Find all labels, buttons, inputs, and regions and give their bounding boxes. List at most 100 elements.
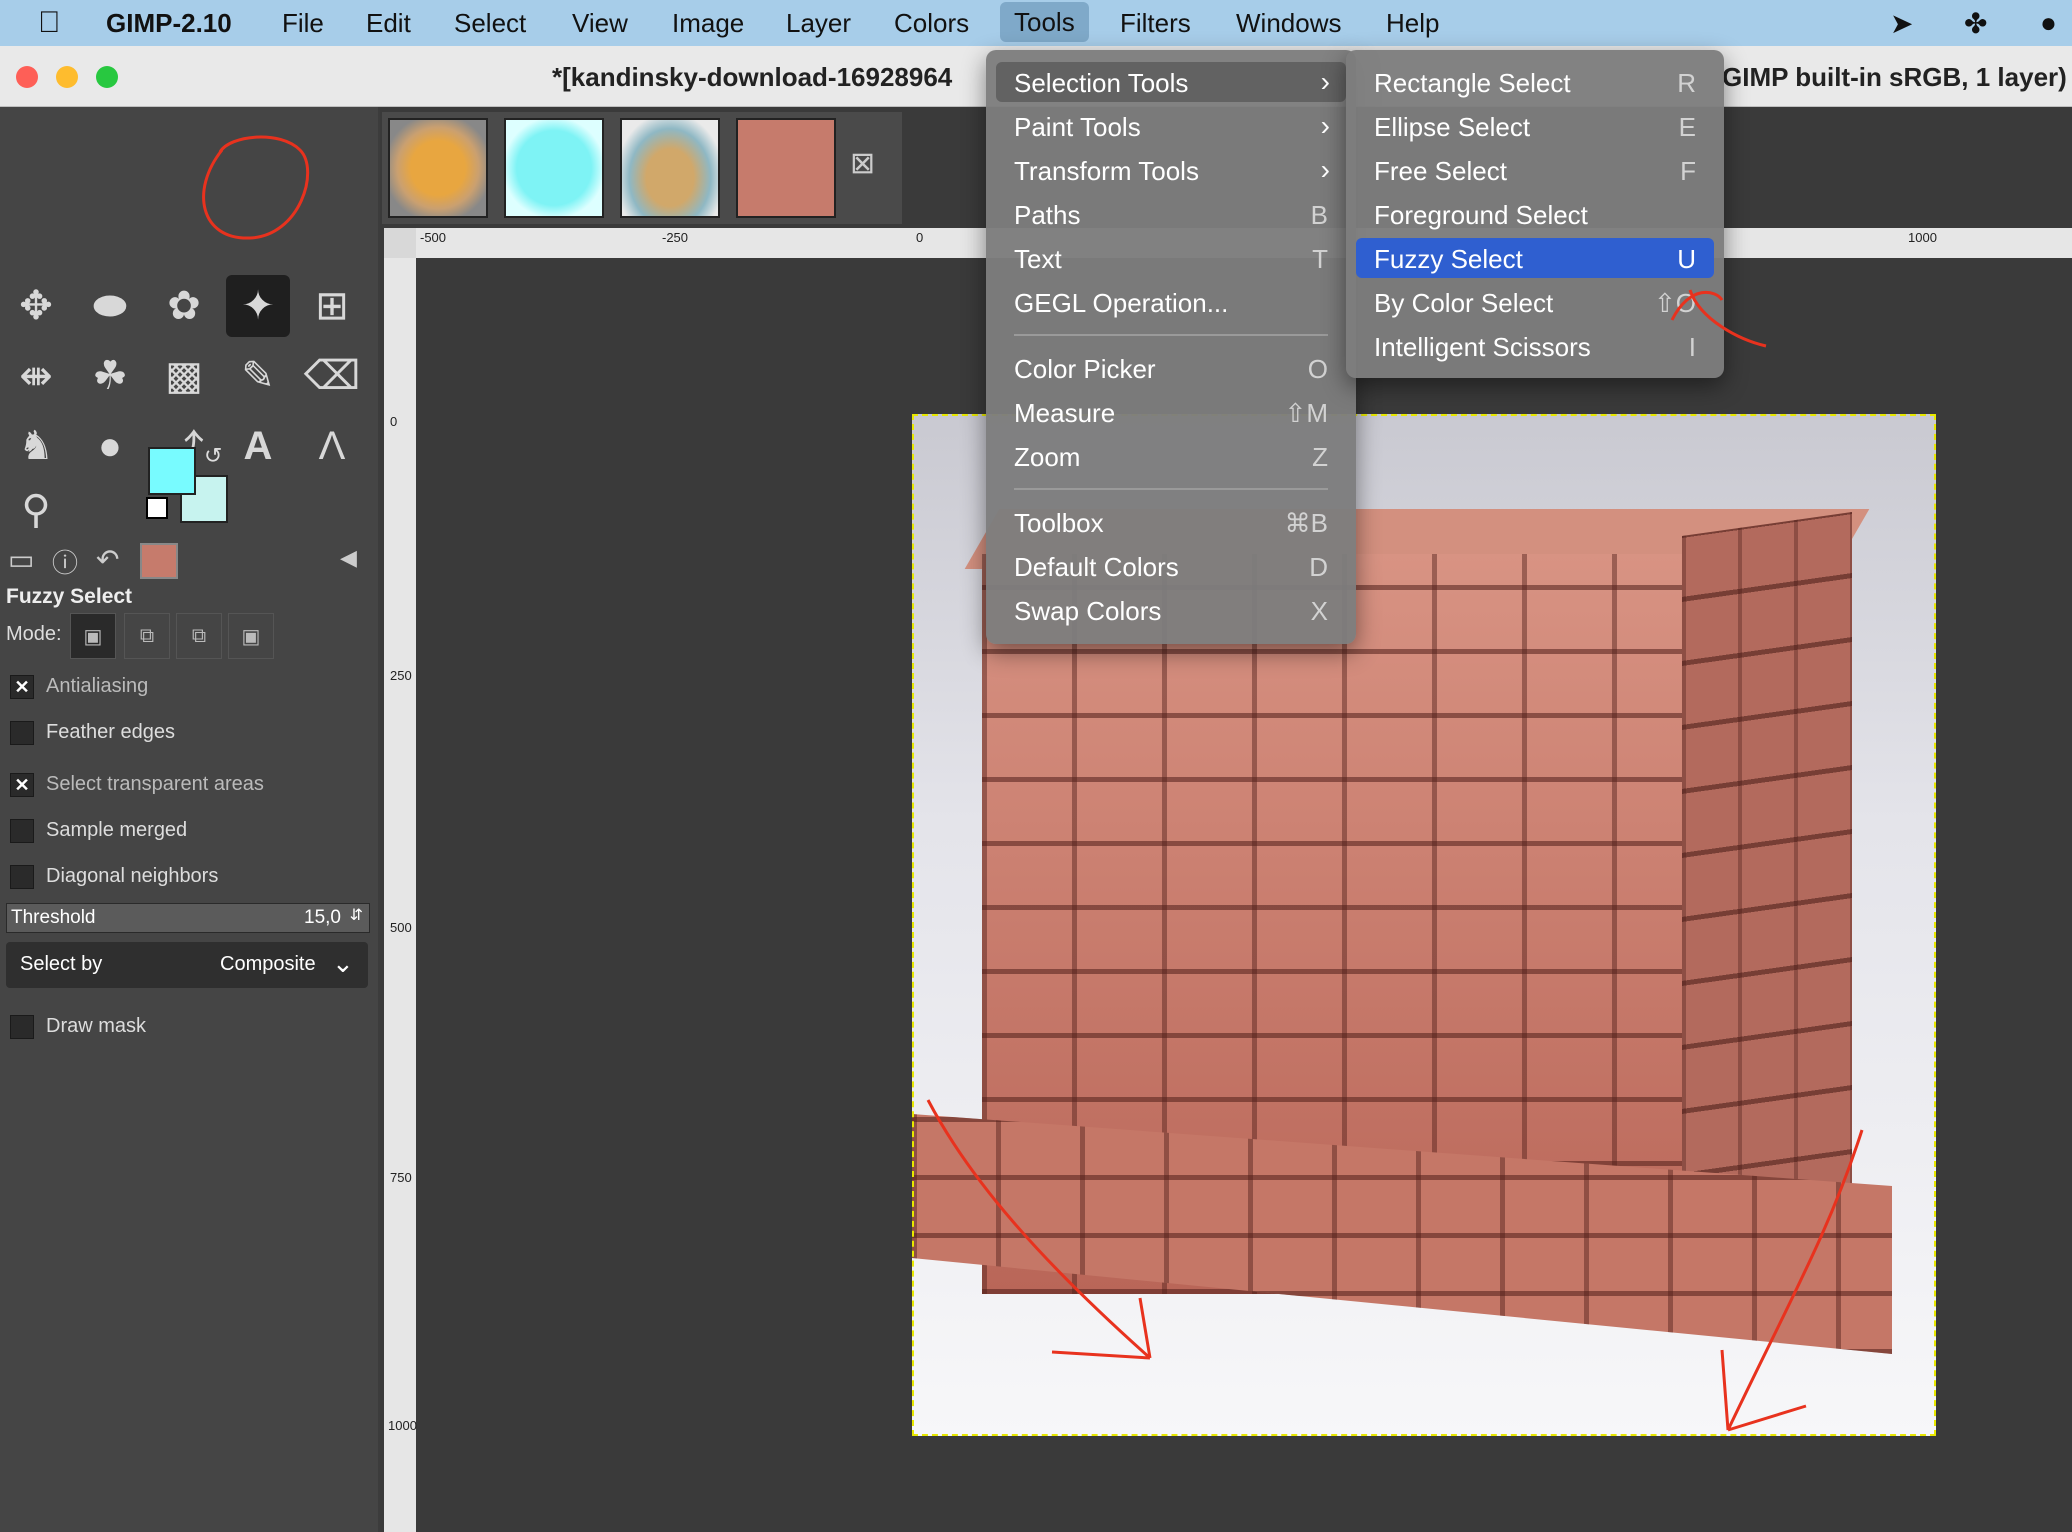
ruler-tick-label: -250	[662, 230, 689, 245]
select-transparent-checkbox[interactable]: ✕	[10, 773, 34, 797]
ruler-tick-label: 500	[390, 920, 412, 935]
ruler-tick-label: 0	[916, 230, 924, 245]
tool-options-tab-icon[interactable]: ▭	[8, 543, 34, 576]
app-name-menu[interactable]: GIMP-2.10	[106, 8, 232, 39]
diagonal-neighbors-checkbox[interactable]	[10, 865, 34, 889]
chevron-right-icon: ›	[1320, 66, 1330, 97]
user-icon[interactable]: ●	[2040, 7, 2057, 39]
menu-item-text[interactable]: Text T	[996, 238, 1346, 278]
submenu-item-free-select[interactable]: Free Select F	[1356, 150, 1714, 190]
image-tab-2[interactable]	[504, 118, 604, 218]
threshold-slider[interactable]: Threshold 15,0 ⇵	[6, 903, 370, 933]
measure-icon[interactable]: Λ	[300, 415, 364, 477]
menu-tools[interactable]: Tools	[1000, 2, 1089, 42]
mode-add-icon[interactable]: ⧉	[124, 613, 170, 659]
sample-merged-checkbox[interactable]	[10, 819, 34, 843]
submenu-item-ellipse-select[interactable]: Ellipse Select E	[1356, 106, 1714, 146]
menu-view[interactable]: View	[572, 8, 628, 39]
zoom-window-button[interactable]	[96, 66, 118, 88]
chevron-down-icon: ⌄	[332, 948, 354, 978]
menu-item-transform-tools[interactable]: Transform Tools ›	[996, 150, 1346, 190]
swap-colors-icon[interactable]: ↺	[204, 443, 222, 469]
chevron-right-icon: ›	[1320, 110, 1330, 141]
image-tab-3[interactable]	[620, 118, 720, 218]
feather-edges-label: Feather edges	[46, 721, 175, 743]
threshold-label: Threshold	[11, 907, 96, 928]
antialiasing-checkbox[interactable]: ✕	[10, 675, 34, 699]
menu-help[interactable]: Help	[1386, 8, 1439, 39]
menu-item-zoom[interactable]: Zoom Z	[996, 436, 1346, 476]
menu-item-paint-tools[interactable]: Paint Tools ›	[996, 106, 1346, 146]
submenu-item-by-color-select[interactable]: By Color Select ⇧O	[1356, 282, 1714, 322]
menu-file[interactable]: File	[282, 8, 324, 39]
crop-icon[interactable]: ⊞	[300, 275, 364, 337]
submenu-item-foreground-select[interactable]: Foreground Select	[1356, 194, 1714, 234]
menu-item-selection-tools[interactable]: Selection Tools ›	[996, 62, 1346, 102]
ruler-tick-label: -500	[420, 230, 447, 245]
paintbrush-icon[interactable]: ✎	[226, 345, 290, 407]
vertical-ruler: 0 250 500 750 1000	[384, 258, 417, 1532]
image-tabs: ⊠	[382, 112, 902, 224]
menu-layer[interactable]: Layer	[786, 8, 851, 39]
menu-item-gegl-operation[interactable]: GEGL Operation...	[996, 282, 1346, 322]
feather-edges-checkbox[interactable]	[10, 721, 34, 745]
mode-replace-icon[interactable]: ▣	[70, 613, 116, 659]
menu-image[interactable]: Image	[672, 8, 744, 39]
close-tab-icon[interactable]: ⊠	[850, 146, 875, 181]
gradient-icon[interactable]: ▩	[152, 345, 216, 407]
ruler-tick-label: 1000	[388, 1418, 417, 1433]
minimize-window-button[interactable]	[56, 66, 78, 88]
menu-item-swap-colors[interactable]: Swap Colors X	[996, 590, 1346, 630]
move-tool-icon[interactable]: ✥	[4, 275, 68, 337]
chevron-right-icon: ›	[1320, 154, 1330, 185]
submenu-item-intelligent-scissors[interactable]: Intelligent Scissors I	[1356, 326, 1714, 366]
eraser-icon[interactable]: ⌫	[300, 345, 364, 407]
select-transparent-label: Select transparent areas	[46, 773, 264, 795]
image-tab-1[interactable]	[388, 118, 488, 218]
submenu-item-fuzzy-select[interactable]: Fuzzy Select U	[1356, 238, 1714, 278]
images-tab-icon[interactable]	[140, 543, 178, 579]
image-tab-4[interactable]	[736, 118, 836, 218]
default-colors-icon[interactable]	[146, 497, 168, 519]
menu-item-default-colors[interactable]: Default Colors D	[996, 546, 1346, 586]
select-by-label: Select by	[20, 953, 103, 975]
device-status-tab-icon[interactable]: ⓘ	[52, 543, 78, 580]
smudge-icon[interactable]: ●	[78, 415, 142, 477]
fuzzy-select-icon[interactable]: ✦	[226, 275, 290, 337]
flip-icon[interactable]: ⇼	[4, 345, 68, 407]
menu-item-toolbox[interactable]: Toolbox ⌘B	[996, 502, 1346, 542]
draw-mask-label: Draw mask	[46, 1015, 147, 1037]
menu-item-paths[interactable]: Paths B	[996, 194, 1346, 234]
menu-select[interactable]: Select	[454, 8, 526, 39]
menu-item-measure[interactable]: Measure ⇧M	[996, 392, 1346, 432]
threshold-spinner-icon[interactable]: ⇵	[350, 905, 363, 925]
undo-history-tab-icon[interactable]: ↶	[96, 543, 119, 576]
draw-mask-checkbox[interactable]	[10, 1015, 34, 1039]
apple-icon[interactable]: 	[38, 6, 61, 40]
mode-intersect-icon[interactable]: ▣	[228, 613, 274, 659]
warp-icon[interactable]: ☘	[78, 345, 142, 407]
free-select-icon[interactable]: ✿	[152, 275, 216, 337]
menu-item-color-picker[interactable]: Color Picker O	[996, 348, 1346, 388]
clone-icon[interactable]: ♞	[4, 415, 68, 477]
ruler-tick-label: 1000	[1908, 230, 1937, 245]
menu-separator	[1014, 488, 1328, 490]
zoom-icon[interactable]: ⚲	[4, 479, 68, 541]
dock-menu-icon[interactable]: ◀	[340, 545, 357, 571]
menu-colors[interactable]: Colors	[894, 8, 969, 39]
submenu-item-rectangle-select[interactable]: Rectangle Select R	[1356, 62, 1714, 102]
mode-subtract-icon[interactable]: ⧉	[176, 613, 222, 659]
menu-windows[interactable]: Windows	[1236, 8, 1341, 39]
send-icon[interactable]: ➤	[1890, 7, 1913, 40]
antialiasing-label: Antialiasing	[46, 675, 149, 697]
quick-mask-toggle[interactable]	[384, 228, 416, 258]
menu-edit[interactable]: Edit	[366, 8, 411, 39]
text-icon[interactable]: A	[226, 415, 290, 477]
ellipse-select-icon[interactable]: ⬬	[78, 275, 142, 337]
signature-icon[interactable]: ✤	[1964, 7, 1987, 40]
select-by-dropdown[interactable]: Select by Composite ⌄	[6, 942, 368, 988]
close-window-button[interactable]	[16, 66, 38, 88]
ruler-tick-label: 750	[390, 1170, 412, 1185]
foreground-color-swatch[interactable]	[148, 447, 196, 495]
menu-filters[interactable]: Filters	[1120, 8, 1191, 39]
